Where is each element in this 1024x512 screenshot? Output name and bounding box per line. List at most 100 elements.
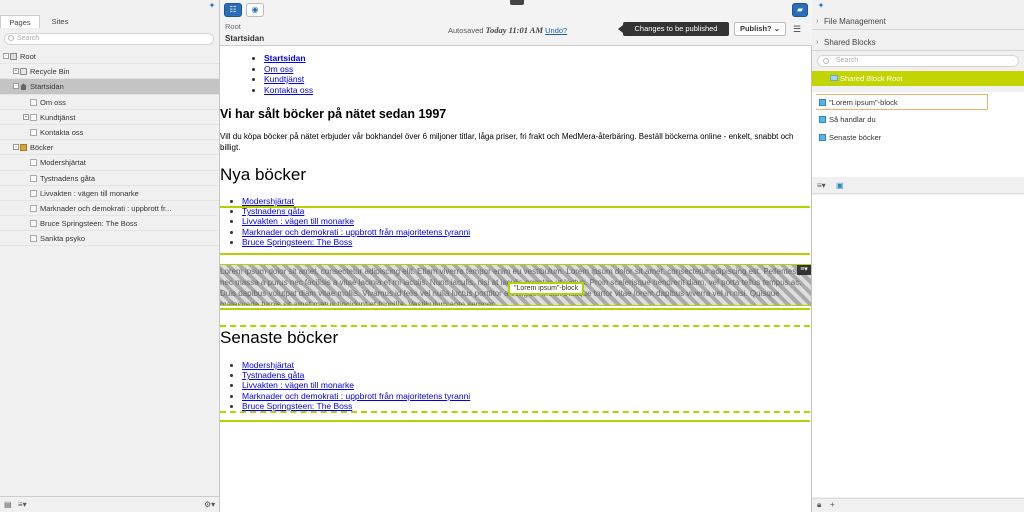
shared-blocks-section[interactable]: › Shared Blocks: [812, 35, 1024, 51]
tree-item-label: Startsidan: [30, 82, 64, 92]
menu-link[interactable]: Kundtjänst: [264, 74, 304, 84]
tree-item[interactable]: Om oss: [0, 95, 219, 110]
autosave-status: Autosaved Today 11:01 AM Undo?: [448, 25, 567, 35]
shared-blocks-list: "Lorem ipsum"-block Så handlar du Senaste …: [812, 92, 1024, 177]
new-books-heading: Nya böcker: [220, 165, 306, 184]
tree-item[interactable]: Bruce Springsteen: The Boss: [0, 216, 219, 232]
undo-link[interactable]: Undo?: [545, 26, 567, 35]
options-list-icon[interactable]: ☰: [793, 24, 801, 35]
tree-item[interactable]: Marknader och demokrati : uppbrott fr...: [0, 201, 219, 217]
book-link[interactable]: Livvakten : vägen till monarke: [242, 216, 354, 226]
book-link[interactable]: Marknader och demokrati : uppbrott från …: [242, 391, 470, 401]
settings-gear-icon[interactable]: ⚙▾: [204, 500, 215, 510]
chevron-down-icon: ⌄: [773, 24, 781, 33]
page-icon: [30, 220, 37, 228]
list-item: Livvakten : vägen till monarke: [242, 380, 470, 390]
shared-block-root-label: Shared Block Root: [840, 74, 903, 83]
page-icon: [30, 128, 37, 136]
structure-view-button[interactable]: ☷: [224, 3, 242, 17]
collapse-icon[interactable]: -: [3, 53, 9, 59]
editor-toolbar: ☷ ◉ Root Startsidan Autosaved Today 11:0…: [220, 0, 812, 46]
file-management-section[interactable]: › File Management: [812, 14, 1024, 30]
changes-to-publish-badge: Changes to be published: [618, 22, 729, 36]
block-menu-icon[interactable]: ≡▾: [797, 265, 811, 275]
tree-item[interactable]: Livvakten : vägen till monarke: [0, 186, 219, 201]
tree-item[interactable]: Modershjärtat: [0, 155, 219, 171]
new-books-list: ModershjärtatTystnadens gåtaLivvakten : …: [242, 196, 470, 247]
page-search-input[interactable]: Search: [4, 33, 214, 45]
tree-item[interactable]: Kontakta oss: [0, 125, 219, 141]
new-block-icon[interactable]: ▣: [836, 181, 844, 191]
tree-bottom-toolbar: ▤ ≡▾ ⚙▾: [0, 496, 219, 512]
tree-item[interactable]: - Böcker: [0, 140, 219, 156]
content-area-border: [220, 253, 810, 255]
blocks-menu-icon[interactable]: ≡▾: [817, 181, 826, 191]
pin-icon[interactable]: ✦: [816, 1, 826, 11]
add-icon[interactable]: +: [830, 500, 835, 510]
preview-eye-button[interactable]: ◉: [246, 3, 264, 17]
tree-item[interactable]: - Startsidan: [0, 79, 219, 95]
collapse-icon[interactable]: -: [13, 83, 19, 90]
book-link[interactable]: Marknader och demokrati : uppbrott från …: [242, 227, 470, 237]
collapse-icon[interactable]: -: [13, 144, 19, 151]
toolbar-collapse-handle[interactable]: [510, 0, 524, 5]
tree-item-label: Böcker: [30, 143, 54, 153]
new-page-icon[interactable]: ▤: [4, 500, 12, 510]
book-link[interactable]: Modershjärtat: [242, 360, 294, 370]
tree-menu-icon[interactable]: ≡▾: [18, 500, 27, 510]
intro-paragraph: Vill du köpa böcker på nätet erbjuder vå…: [220, 132, 794, 152]
list-item: Kontakta oss: [264, 85, 313, 96]
tree-item[interactable]: - Root: [0, 49, 219, 65]
expand-icon[interactable]: +: [23, 113, 29, 120]
shared-block-root-folder[interactable]: Shared Block Root: [812, 71, 1024, 86]
search-placeholder: Search: [836, 57, 859, 64]
list-item: Kundtjänst: [264, 74, 313, 85]
book-link[interactable]: Livvakten : vägen till monarke: [242, 380, 354, 390]
menu-link[interactable]: Startsidan: [264, 53, 306, 63]
tab-pages[interactable]: Pages: [0, 15, 40, 28]
tree-item[interactable]: Tystnadens gåta: [0, 171, 219, 186]
list-item: Startsidan: [264, 53, 313, 64]
search-icon: [8, 35, 14, 41]
toggle-assets-pane-button[interactable]: ▰: [792, 3, 808, 17]
tree-item[interactable]: + Kundtjänst: [0, 110, 219, 125]
menu-link[interactable]: Kontakta oss: [264, 85, 313, 95]
book-link[interactable]: Bruce Springsteen: The Boss: [242, 237, 352, 247]
autosaved-time: Today 11:01 AM: [485, 25, 544, 35]
chevron-right-icon: ›: [816, 18, 819, 25]
tree-item[interactable]: + Recycle Bin: [0, 64, 219, 80]
list-item: Tystnadens gåta: [242, 370, 470, 380]
page-content: StartsidanOm ossKundtjänstKontakta oss V…: [220, 46, 812, 512]
page-icon: [30, 189, 37, 197]
block-label[interactable]: "Lorem ipsum"-block: [508, 282, 585, 295]
shared-block-item[interactable]: "Lorem ipsum"-block: [816, 94, 988, 110]
book-link[interactable]: Modershjärtat: [242, 196, 294, 206]
shared-blocks-search-input[interactable]: Search: [817, 55, 1019, 67]
tree-item-label: Livvakten : vägen till monarke: [40, 188, 139, 198]
block-icon: [819, 99, 826, 106]
breadcrumb-root[interactable]: Root: [225, 22, 241, 31]
shared-block-item[interactable]: Senaste böcker: [816, 130, 988, 146]
book-link[interactable]: Tystnadens gåta: [242, 370, 304, 380]
page-heading: Vi har sålt böcker på nätet sedan 1997: [220, 107, 447, 121]
book-link[interactable]: Tystnadens gåta: [242, 206, 304, 216]
shared-blocks-toolbar: ≡▾ ▣: [812, 180, 1024, 194]
publish-label: Publish?: [739, 24, 772, 33]
expand-icon[interactable]: +: [13, 68, 19, 75]
search-placeholder: Search: [17, 35, 40, 42]
tree-item-label: Marknader och demokrati : uppbrott fr...: [40, 203, 172, 213]
assets-panel: ✦ › File Management › Shared Blocks Sear…: [812, 0, 1024, 512]
pin-icon[interactable]: ✦: [207, 1, 217, 11]
list-item: Livvakten : vägen till monarke: [242, 216, 470, 226]
publish-button[interactable]: Publish? ⌄: [734, 22, 786, 36]
lock-icon[interactable]: 🔒︎: [817, 500, 821, 510]
folder-icon: [830, 75, 838, 81]
book-link[interactable]: Bruce Springsteen: The Boss: [242, 401, 352, 411]
page-icon: [30, 204, 37, 212]
shared-block-item[interactable]: Så handlar du: [816, 112, 988, 128]
tab-sites[interactable]: Sites: [42, 15, 78, 28]
root-icon: [10, 53, 17, 60]
tree-item[interactable]: Sankta psyko: [0, 231, 219, 247]
menu-link[interactable]: Om oss: [264, 64, 293, 74]
breadcrumb-current-page: Startsidan: [225, 34, 265, 43]
